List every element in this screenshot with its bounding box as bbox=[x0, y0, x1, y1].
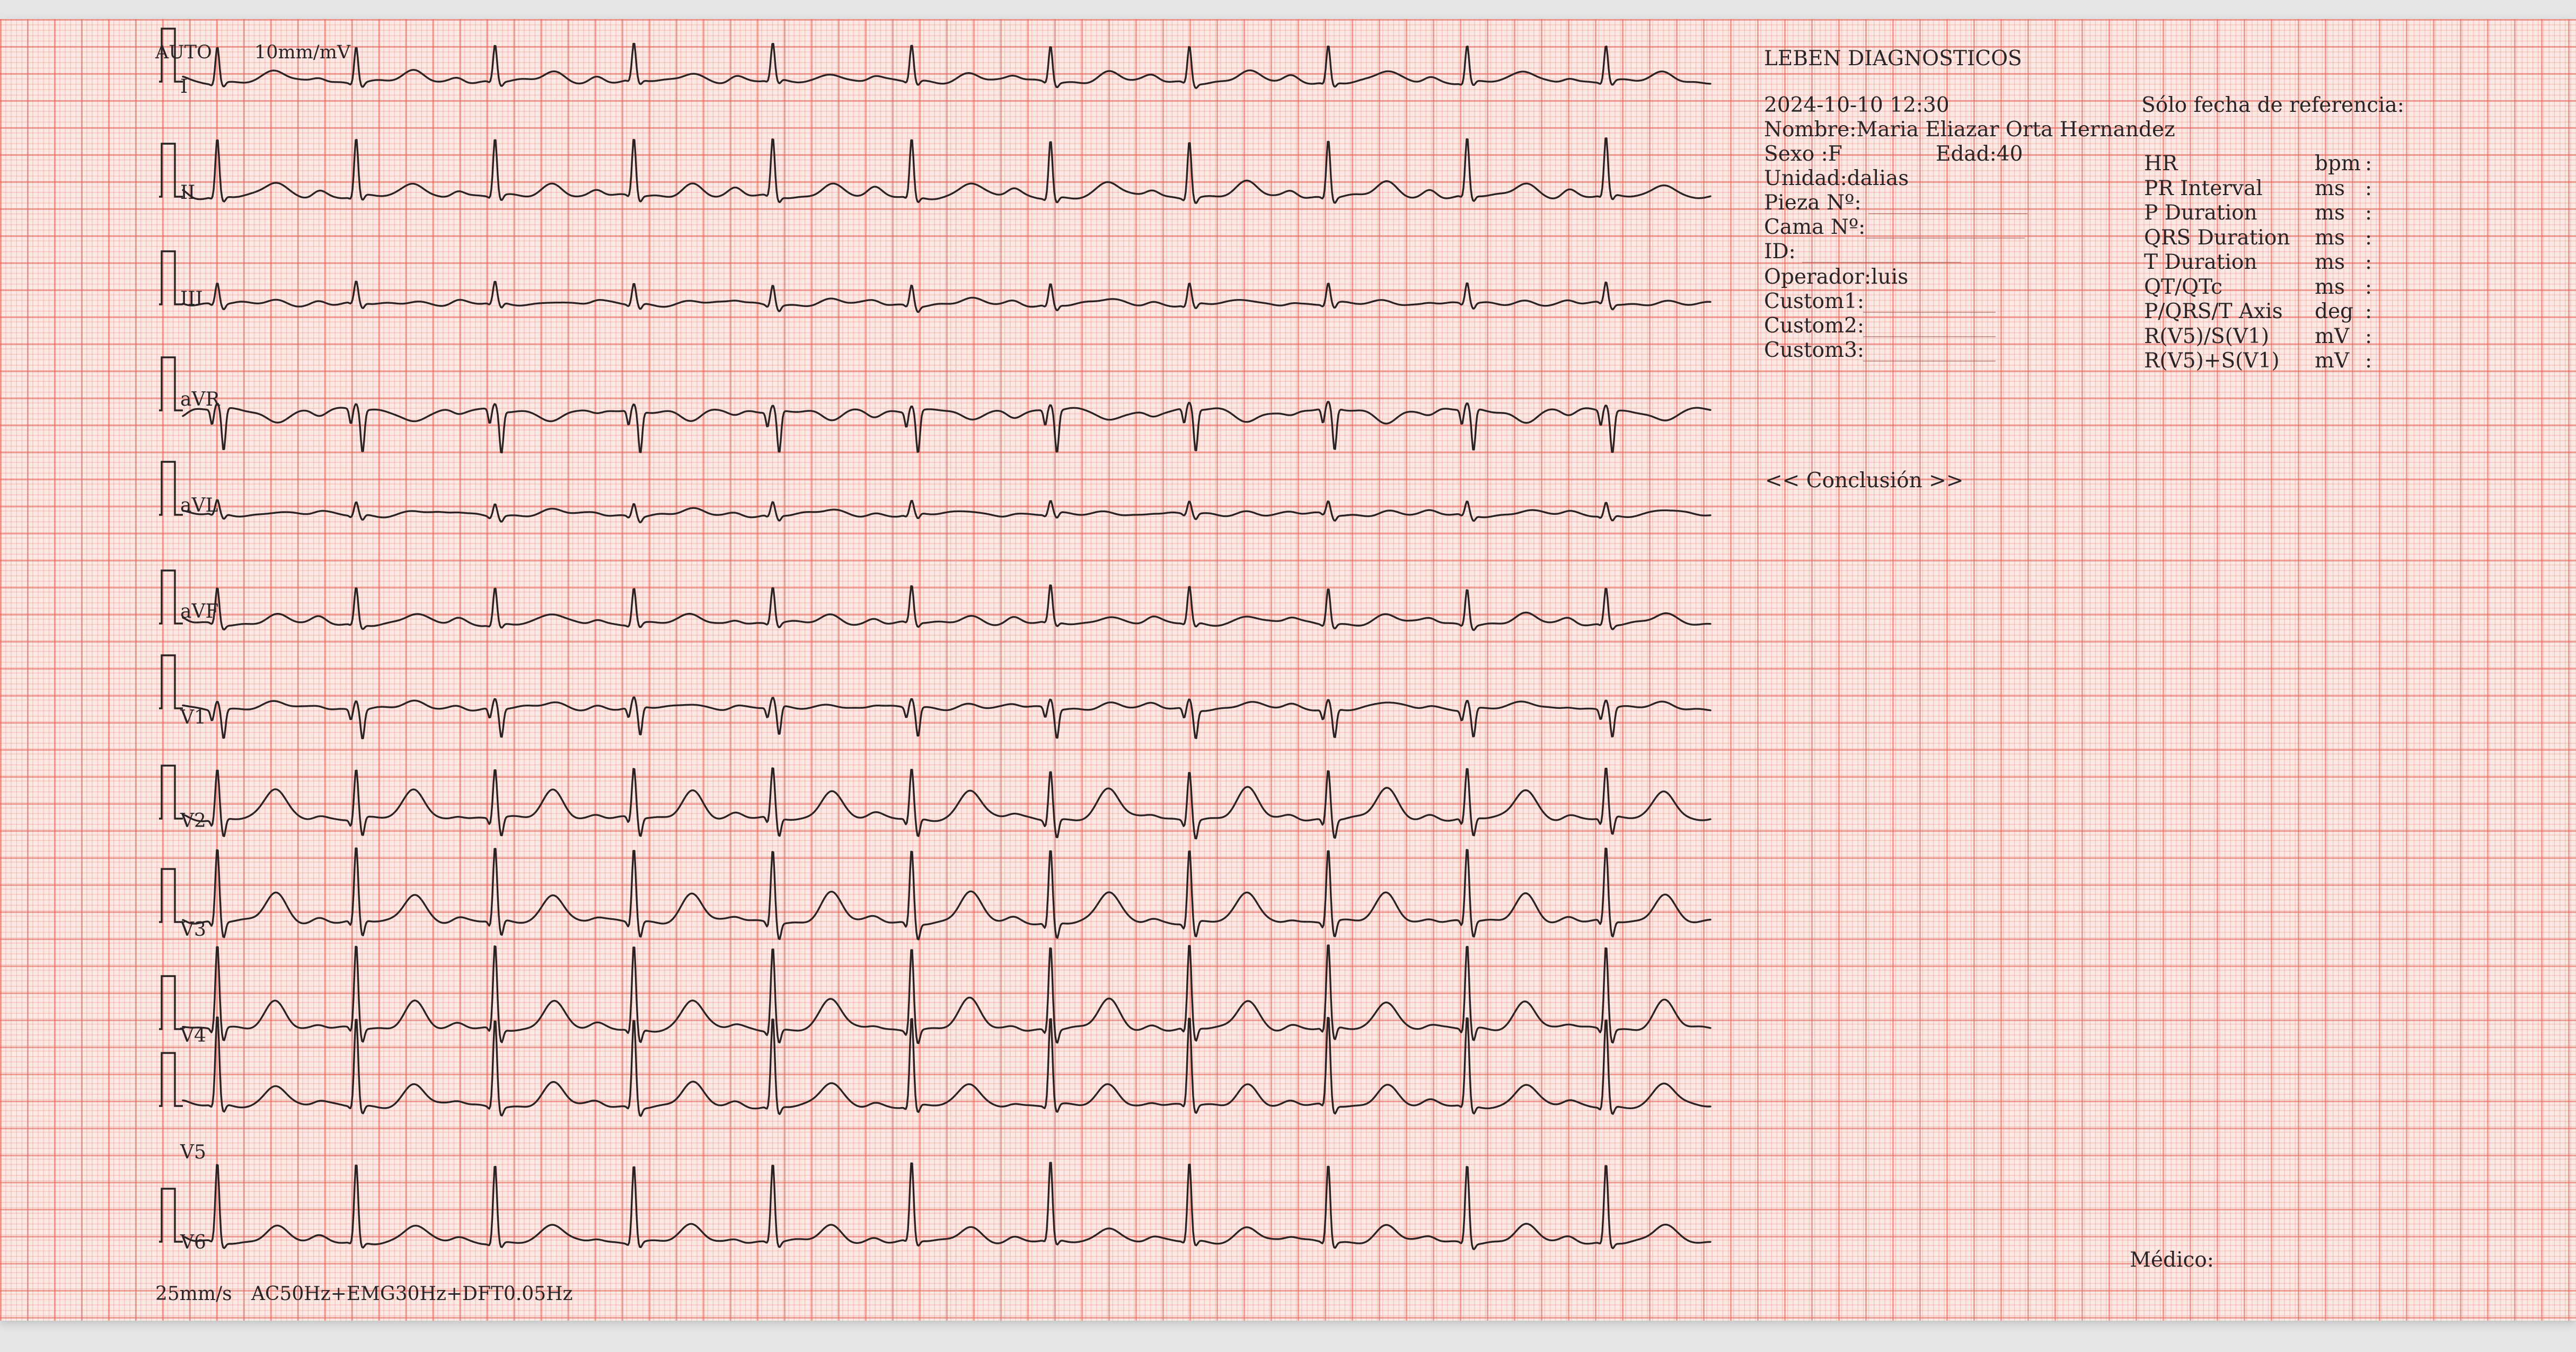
conclusion-heading: << Conclusión >> bbox=[1765, 469, 1964, 493]
custom2-field: Custom2: bbox=[1764, 314, 1865, 338]
lead-label-v5: V5 bbox=[180, 1142, 206, 1163]
patient-sex: Sexo :F bbox=[1764, 142, 1842, 166]
ecg-trace-v1 bbox=[182, 696, 1712, 740]
measurement-sep: : bbox=[2365, 275, 2372, 299]
calibration-pulse bbox=[159, 868, 183, 923]
filter-label: AC50Hz+EMG30Hz+DFT0.05Hz bbox=[251, 1283, 573, 1305]
measurement-label: R(V5)/S(V1) bbox=[2144, 324, 2270, 348]
speed-label: 25mm/s bbox=[155, 1283, 232, 1305]
calibration-pulse bbox=[159, 250, 183, 305]
measurement-label: QT/QTc bbox=[2144, 275, 2222, 299]
measurement-unit: ms bbox=[2315, 250, 2345, 274]
lead-label-v4: V4 bbox=[180, 1025, 206, 1047]
measurement-label: HR bbox=[2144, 152, 2178, 175]
measurement-unit: mV bbox=[2315, 349, 2350, 373]
measurement-sep: : bbox=[2365, 250, 2372, 274]
measurement-sep: : bbox=[2365, 225, 2372, 250]
calibration-pulse bbox=[159, 975, 183, 1030]
ecg-trace-avf bbox=[182, 584, 1712, 631]
ecg-trace-v3 bbox=[182, 847, 1712, 941]
measurement-unit: bpm bbox=[2315, 152, 2361, 175]
ecg-trace-v4 bbox=[182, 944, 1712, 1044]
measurement-unit: deg bbox=[2315, 300, 2354, 323]
bed-underline bbox=[1866, 238, 2025, 239]
measurement-label: QRS Duration bbox=[2144, 225, 2290, 250]
room-field: Pieza Nº: bbox=[1764, 191, 1862, 215]
ecg-trace-v5 bbox=[182, 1016, 1712, 1117]
lead-label-v1: V1 bbox=[180, 707, 206, 728]
lead-label-avr: aVR bbox=[180, 389, 220, 410]
ecg-trace-v6 bbox=[182, 1162, 1712, 1250]
measurement-label: PR Interval bbox=[2144, 176, 2263, 200]
gain-label: 10mm/mV bbox=[254, 42, 351, 63]
institution-name: LEBEN DIAGNOSTICOS bbox=[1764, 47, 2022, 71]
operator-field: Operador:luis bbox=[1764, 265, 1909, 289]
lead-label-iii: III bbox=[180, 288, 203, 310]
measurement-unit: ms bbox=[2315, 275, 2345, 299]
patient-age: Edad:40 bbox=[1936, 142, 2023, 166]
calibration-pulse bbox=[159, 654, 183, 709]
calibration-pulse bbox=[159, 569, 183, 625]
measurement-unit: ms bbox=[2315, 176, 2345, 200]
calibration-pulse bbox=[159, 1052, 183, 1107]
measurement-sep: : bbox=[2365, 176, 2372, 200]
measurement-label: R(V5)+S(V1) bbox=[2144, 349, 2280, 373]
id-field: ID: bbox=[1764, 240, 1796, 264]
lead-label-ii: II bbox=[180, 182, 196, 204]
measurement-sep: : bbox=[2365, 349, 2372, 373]
bed-field: Cama Nº: bbox=[1764, 215, 1866, 239]
patient-unit: Unidad:dalias bbox=[1764, 166, 1909, 190]
measurement-label: P Duration bbox=[2144, 201, 2257, 225]
custom1-field: Custom1: bbox=[1764, 289, 1865, 313]
custom3-field: Custom3: bbox=[1764, 338, 1865, 362]
ecg-trace-avr bbox=[182, 401, 1712, 454]
room-underline bbox=[1868, 213, 2027, 214]
lead-label-avl: aVL bbox=[180, 495, 218, 516]
lead-label-avf: aVF bbox=[180, 601, 219, 622]
calibration-pulse bbox=[159, 765, 183, 820]
mode-label: AUTO bbox=[155, 42, 212, 63]
lead-label-v6: V6 bbox=[180, 1232, 206, 1253]
measurement-sep: : bbox=[2365, 324, 2372, 348]
measurement-sep: : bbox=[2365, 152, 2372, 175]
ecg-trace-ii bbox=[182, 137, 1712, 204]
lead-label-i: I bbox=[180, 76, 188, 98]
datetime: 2024-10-10 12:30 bbox=[1764, 93, 1949, 117]
measurement-unit: ms bbox=[2315, 225, 2345, 250]
id-underline bbox=[1802, 262, 1961, 263]
lead-label-v2: V2 bbox=[180, 810, 206, 832]
calibration-pulse bbox=[159, 356, 183, 411]
custom2-underline bbox=[1863, 336, 1996, 337]
reference-note: Sólo fecha de referencia: bbox=[2141, 93, 2404, 117]
calibration-pulse bbox=[159, 461, 183, 516]
custom3-underline bbox=[1863, 361, 1996, 362]
ecg-paper: AUTO 10mm/mV I II III aVR aVL aVF V1 V2 V3 V4 V5 V6… bbox=[0, 19, 2576, 1321]
ecg-trace-v2 bbox=[182, 767, 1712, 840]
calibration-pulse bbox=[159, 143, 183, 198]
measurement-label: T Duration bbox=[2144, 250, 2257, 274]
measurement-unit: mV bbox=[2315, 324, 2350, 348]
measurement-sep: : bbox=[2365, 300, 2372, 323]
ecg-trace-avl bbox=[182, 499, 1712, 523]
measurement-label: P/QRS/T Axis bbox=[2144, 300, 2283, 323]
measurement-unit: ms bbox=[2315, 201, 2345, 225]
calibration-pulse bbox=[159, 1188, 183, 1243]
ecg-trace-iii bbox=[182, 280, 1712, 313]
lead-label-v3: V3 bbox=[180, 919, 206, 941]
ecg-trace-i bbox=[182, 42, 1712, 89]
measurement-sep: : bbox=[2365, 201, 2372, 225]
patient-name: Nombre:Maria Eliazar Orta Hernandez bbox=[1764, 118, 2175, 142]
custom1-underline bbox=[1863, 312, 1996, 313]
doctor-signature-label: Médico: bbox=[2130, 1248, 2214, 1272]
